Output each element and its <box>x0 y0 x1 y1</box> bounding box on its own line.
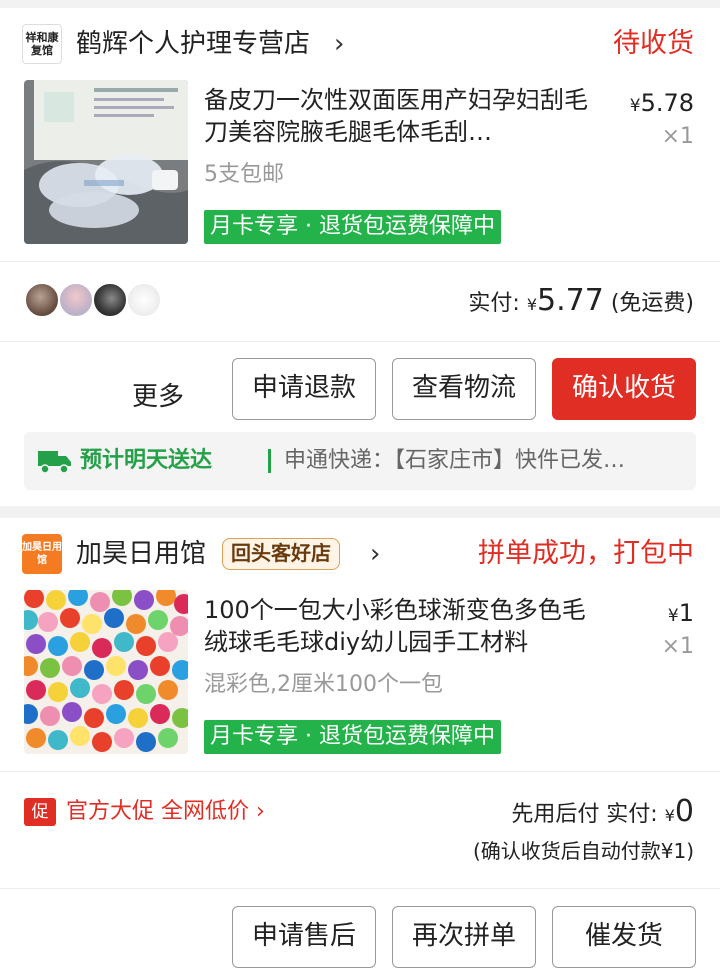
avatar <box>126 282 162 318</box>
store-name[interactable]: 鹤辉个人护理专营店 <box>76 26 310 62</box>
product-quantity: ×1 <box>661 634 694 659</box>
truck-icon <box>38 451 71 474</box>
paid-amount: 实付: ¥5.77 (免运费) <box>468 283 694 318</box>
chevron-right-icon[interactable]: › <box>334 26 344 62</box>
separator <box>268 449 271 473</box>
orders-page: 祥和康复馆 鹤辉个人护理专营店 › 待收货 备皮刀一次性双面医用产妇孕妇刮毛刀美… <box>0 0 720 976</box>
more-button[interactable]: 更多 <box>132 366 184 428</box>
delivery-eta: 预计明天送达 <box>80 448 213 473</box>
product-title[interactable]: 备皮刀一次性双面医用产妇孕妇刮毛刀美容院腋毛腿毛体毛刮… <box>204 84 602 148</box>
after-sale-button[interactable]: 申请售后 <box>232 906 376 968</box>
product-price: ¥1 <box>667 599 694 627</box>
product-image[interactable] <box>24 590 188 754</box>
promo-link[interactable]: 官方大促 全网低价 › <box>66 792 265 832</box>
divider <box>0 771 720 772</box>
divider <box>0 261 720 262</box>
product-spec: 5支包邮 <box>204 162 284 187</box>
urge-shipping-button[interactable]: 催发货 <box>552 906 696 968</box>
service-tag: 月卡专享 · 退货包运费保障中 <box>204 720 501 754</box>
colorful-pompoms-photo-icon <box>24 590 188 754</box>
reorder-button[interactable]: 再次拼单 <box>392 906 536 968</box>
request-refund-button[interactable]: 申请退款 <box>232 358 376 420</box>
product-price: ¥5.78 <box>629 89 694 117</box>
promo-icon: 促 <box>24 798 56 826</box>
store-row[interactable]: 祥和康复馆 鹤辉个人护理专营店 › 待收货 <box>0 8 720 80</box>
order-status: 待收货 <box>613 28 694 59</box>
product-image[interactable] <box>24 80 188 244</box>
store-row[interactable]: 加昊日用馆 加昊日用馆 回头客好店 › 拼单成功，打包中 <box>0 518 720 590</box>
divider <box>0 341 720 342</box>
service-tag: 月卡专享 · 退货包运费保障中 <box>204 210 501 244</box>
logistics-status: 申通快递：【石家庄市】快件已发… <box>284 448 626 473</box>
avatar <box>58 282 94 318</box>
store-logo: 祥和康复馆 <box>22 24 62 64</box>
paid-amount: 先用后付 实付: ¥0 <box>511 794 694 829</box>
divider <box>0 888 720 889</box>
confirm-receipt-button[interactable]: 确认收货 <box>552 358 696 420</box>
view-logistics-button[interactable]: 查看物流 <box>392 358 536 420</box>
order-card: 祥和康复馆 鹤辉个人护理专营店 › 待收货 备皮刀一次性双面医用产妇孕妇刮毛刀美… <box>0 8 720 506</box>
avatar <box>24 282 60 318</box>
product-title[interactable]: 100个一包大小彩色球渐变色多色毛绒球毛毛球diy幼儿园手工材料 <box>204 594 602 658</box>
order-card: 加昊日用馆 加昊日用馆 回头客好店 › 拼单成功，打包中 100个一包大小彩色球… <box>0 518 720 976</box>
auto-pay-note: (确认收货后自动付款¥1) <box>472 839 694 863</box>
logistics-bar[interactable]: 预计明天送达 申通快递：【石家庄市】快件已发… <box>24 432 696 490</box>
razor-package-photo-icon <box>24 80 188 244</box>
store-name[interactable]: 加昊日用馆 <box>76 536 206 572</box>
group-avatars[interactable] <box>24 282 164 318</box>
order-status: 拼单成功，打包中 <box>478 538 694 569</box>
product-quantity: ×1 <box>661 124 694 149</box>
product-spec: 混彩色,2厘米100个一包 <box>204 672 443 697</box>
returning-customer-badge: 回头客好店 <box>222 538 340 570</box>
avatar <box>92 282 128 318</box>
chevron-right-icon[interactable]: › <box>370 536 380 572</box>
store-logo: 加昊日用馆 <box>22 534 62 574</box>
